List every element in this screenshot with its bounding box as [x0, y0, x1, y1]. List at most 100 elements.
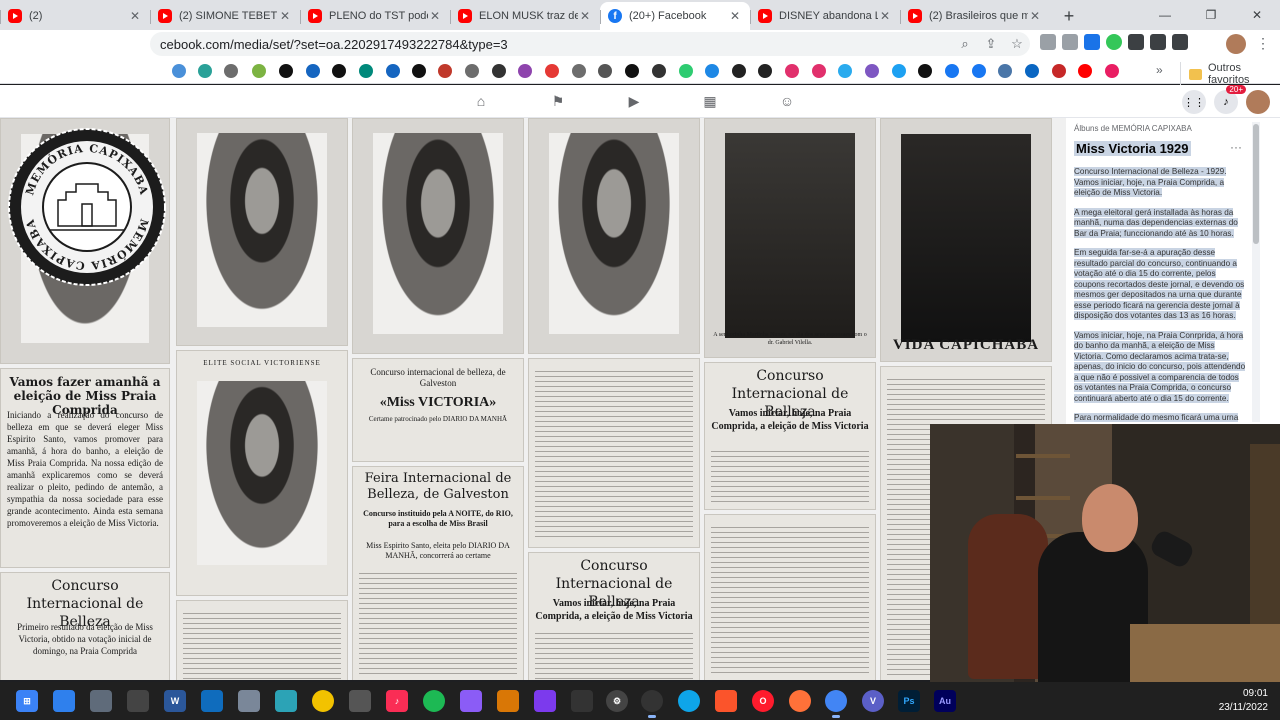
close-icon[interactable]: ✕ — [428, 9, 442, 23]
browser-tab[interactable]: DISNEY abandona LA ✕ — [750, 2, 900, 30]
people-icon[interactable] — [201, 690, 223, 712]
zoom-icon[interactable]: ⌕ — [952, 36, 978, 52]
notifications-icon[interactable]: ♪ 20+ — [1214, 85, 1246, 114]
extension-icon[interactable] — [1040, 34, 1056, 50]
close-icon[interactable]: ✕ — [578, 9, 592, 23]
media-icon[interactable] — [1150, 34, 1166, 50]
bookmark-icon[interactable] — [224, 64, 238, 78]
edge-icon[interactable] — [678, 690, 700, 712]
bookmark-icon[interactable] — [679, 64, 693, 78]
bookmark-icon[interactable] — [1052, 64, 1066, 78]
account-avatar[interactable] — [1246, 90, 1270, 114]
start-icon[interactable]: ⊞ — [16, 690, 38, 712]
menu-icon[interactable]: ⋮ — [1256, 35, 1270, 52]
album-photo[interactable]: A senhorinha Martinha Nunes, no dia dos … — [704, 118, 876, 358]
bookmark-icon[interactable] — [492, 64, 506, 78]
bookmark-icon[interactable] — [598, 64, 612, 78]
app-icon[interactable] — [534, 690, 556, 712]
watch-icon[interactable]: ▶ — [625, 93, 643, 111]
bookmark-icon[interactable] — [652, 64, 666, 78]
vivaldi-icon[interactable]: V — [862, 690, 884, 712]
browser-tab[interactable]: (2) ✕ — [0, 2, 150, 30]
new-tab-button[interactable]: + — [1056, 2, 1082, 30]
bookmark-icon[interactable] — [545, 64, 559, 78]
linkedin-icon[interactable] — [1025, 64, 1039, 78]
instagram-icon[interactable] — [812, 64, 826, 78]
address-bar[interactable]: cebook.com/media/set/?set=oa.22029174932… — [150, 32, 1030, 56]
brave-icon[interactable] — [715, 690, 737, 712]
browser-tab[interactable]: (2) SIMONE TEBET PE ✕ — [150, 2, 300, 30]
album-photo[interactable] — [176, 600, 348, 680]
bookmark-icon[interactable] — [758, 64, 772, 78]
album-photo[interactable] — [352, 118, 524, 354]
browser-tab[interactable]: (2) Brasileiros que ma ✕ — [900, 2, 1050, 30]
bookmark-icon[interactable] — [705, 64, 719, 78]
close-icon[interactable]: ✕ — [878, 9, 892, 23]
browser-tab[interactable]: PLENO do TST pode / ✕ — [300, 2, 450, 30]
bookmark-icon[interactable] — [412, 64, 426, 78]
music-icon[interactable]: ♪ — [386, 690, 408, 712]
minimize-icon[interactable]: — — [1142, 0, 1188, 30]
more-options-icon[interactable]: ··· — [1230, 140, 1242, 154]
photoshop-icon[interactable]: Ps — [898, 690, 920, 712]
close-icon[interactable]: ✕ — [1028, 9, 1042, 23]
sidebar-icon[interactable] — [1172, 34, 1188, 50]
app-icon[interactable] — [275, 690, 297, 712]
opera-icon[interactable]: O — [752, 690, 774, 712]
bookmark-icon[interactable] — [332, 64, 346, 78]
scrollbar[interactable] — [1252, 122, 1260, 422]
bookmark-icon[interactable] — [172, 64, 186, 78]
album-photo[interactable] — [704, 514, 876, 680]
bookmark-icon[interactable] — [438, 64, 452, 78]
marketplace-icon[interactable]: ▦ — [701, 93, 719, 111]
window-close-icon[interactable]: ✕ — [1234, 0, 1280, 30]
firefox-icon[interactable] — [789, 690, 811, 712]
bookmark-icon[interactable] — [306, 64, 320, 78]
album-photo[interactable] — [528, 358, 700, 548]
spotify-icon[interactable] — [423, 690, 445, 712]
groups-icon[interactable]: ☺ — [778, 93, 796, 111]
instagram-icon[interactable] — [785, 64, 799, 78]
bookmark-icon[interactable] — [572, 64, 586, 78]
close-icon[interactable]: ✕ — [128, 9, 142, 23]
bookmark-icon[interactable] — [252, 64, 266, 78]
bookmark-icon[interactable] — [359, 64, 373, 78]
system-clock[interactable]: 09:01 23/11/2022 — [1219, 687, 1268, 715]
extension-icon[interactable] — [1084, 34, 1100, 50]
app-icon[interactable] — [571, 690, 593, 712]
telegram-icon[interactable] — [838, 64, 852, 78]
chrome-icon[interactable] — [825, 690, 847, 718]
camera-icon[interactable] — [127, 690, 149, 712]
audition-icon[interactable]: Au — [934, 690, 956, 712]
twitter-icon[interactable] — [892, 64, 906, 78]
bookmarks-more-button[interactable]: » — [1156, 63, 1163, 77]
youtube-icon[interactable] — [1078, 64, 1092, 78]
extension-icon[interactable] — [1106, 34, 1122, 50]
bookmark-icon[interactable] — [465, 64, 479, 78]
vk-icon[interactable] — [998, 64, 1012, 78]
flag-icon[interactable]: ⚑ — [549, 93, 567, 111]
browser-tab[interactable]: ELON MUSK traz de V ✕ — [450, 2, 600, 30]
puzzle-icon[interactable] — [1128, 34, 1144, 50]
extension-icon[interactable] — [1062, 34, 1078, 50]
close-icon[interactable]: ✕ — [278, 9, 292, 23]
album-photo[interactable]: Concurso Internacional de Belleza Vamos … — [704, 362, 876, 510]
bookmark-icon[interactable] — [732, 64, 746, 78]
menu-grid-icon[interactable]: ⋮⋮ — [1182, 90, 1206, 114]
settings-icon[interactable]: ⚙ — [606, 690, 628, 712]
album-photo[interactable]: Vamos fazer amanhã a eleição de Miss Pra… — [0, 368, 170, 568]
widgets-icon[interactable] — [53, 690, 75, 712]
album-photo[interactable] — [528, 118, 700, 354]
browser-tab-active[interactable]: f (20+) Facebook ✕ — [600, 2, 750, 30]
tiktok-icon[interactable] — [918, 64, 932, 78]
bookmark-icon[interactable] — [1105, 64, 1119, 78]
bookmark-icon[interactable] — [198, 64, 212, 78]
app-icon[interactable] — [349, 690, 371, 712]
profile-avatar[interactable] — [1226, 34, 1246, 54]
other-bookmarks-folder[interactable]: Outros favoritos — [1180, 62, 1280, 86]
album-photo[interactable]: Concurso Internacional de Belleza Vamos … — [528, 552, 700, 680]
bookmark-icon[interactable] — [518, 64, 532, 78]
word-icon[interactable]: W — [164, 690, 186, 712]
calculator-icon[interactable] — [90, 690, 112, 712]
maximize-icon[interactable]: ❐ — [1188, 0, 1234, 30]
